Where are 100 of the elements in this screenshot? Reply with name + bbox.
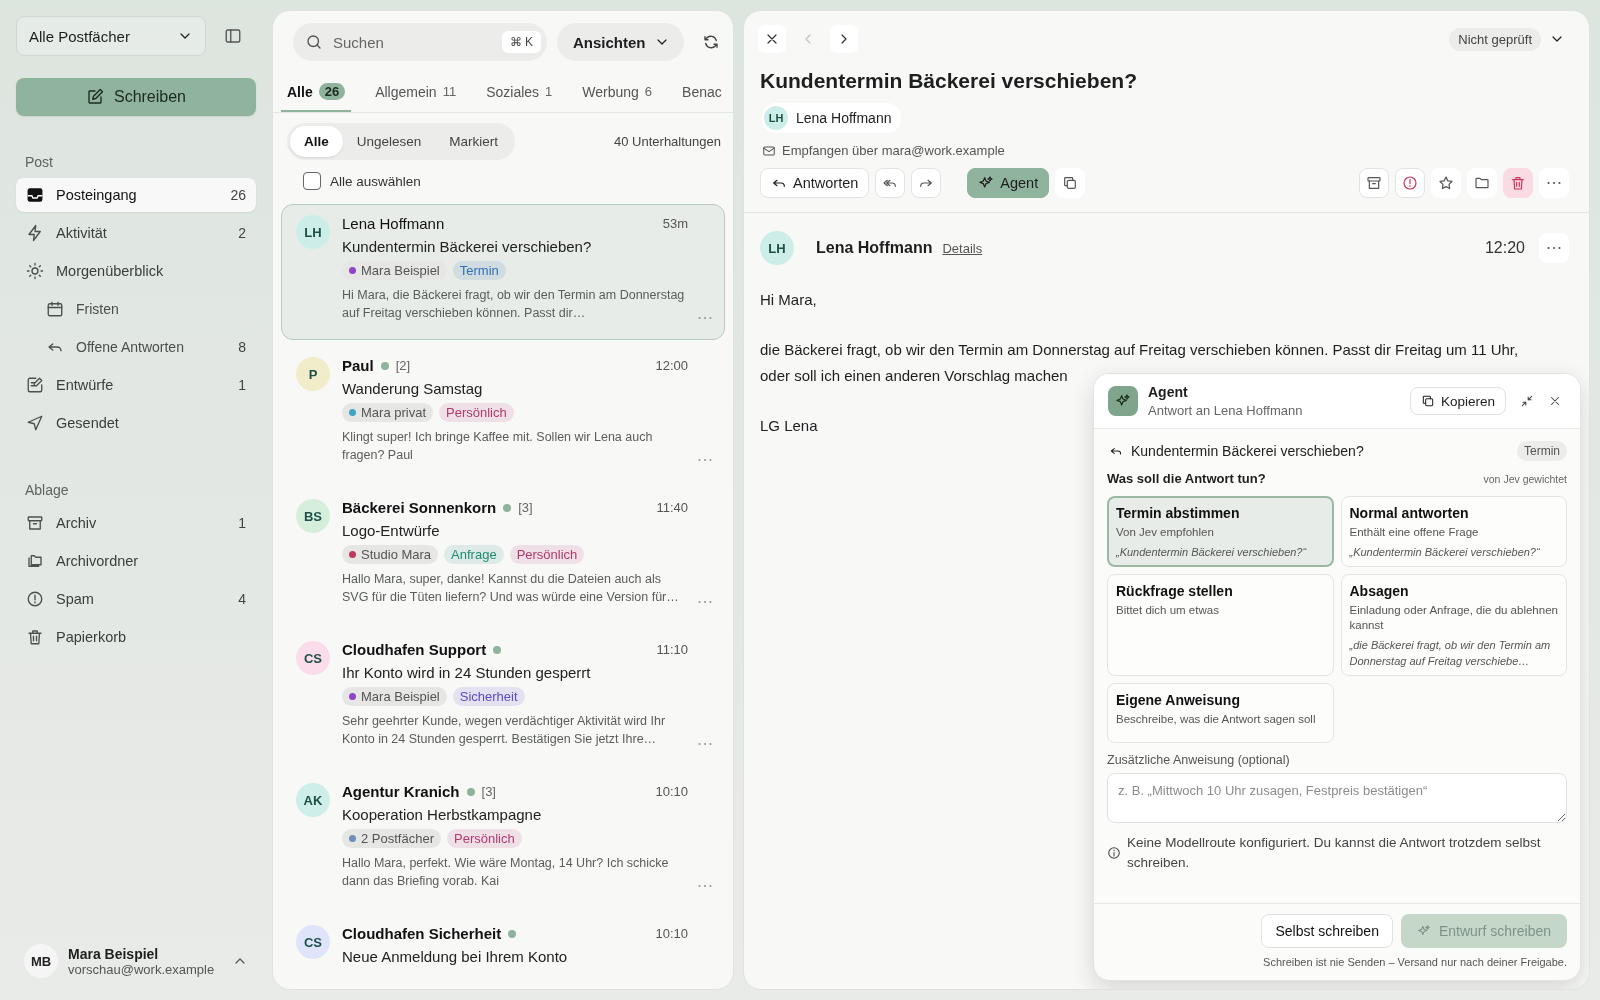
message-time: 12:20 — [1484, 239, 1525, 257]
alert-icon — [1402, 175, 1418, 191]
archive-icon — [1366, 175, 1382, 191]
write-yourself-button[interactable]: Selbst schreiben — [1261, 914, 1393, 948]
nav-item[interactable]: Entwürfe 1 — [16, 368, 256, 402]
unread-dot — [508, 929, 517, 938]
panel-subtitle: Antwort an Lena Hoffmann — [1148, 403, 1303, 418]
option-title: Rückfrage stellen — [1116, 583, 1234, 599]
message-item[interactable]: AK Agentur Kranich [3] 10:10 Kooperation Herbstkampagne 2 Postfächer Persönlich Hallo Mara, perfekt. Wie wäre Montag, 14 Uhr? Ich schicke dann das Briefing vorab. Kai — [281, 772, 725, 908]
message-item[interactable]: CS Cloudhafen Sicherheit 10:10 Neue Anmeldung bei Ihrem Konto — [281, 914, 725, 989]
category-tab[interactable]: Benac — [676, 73, 728, 112]
details-link[interactable]: Details — [942, 240, 983, 256]
views-button[interactable]: Ansichten — [557, 23, 684, 61]
delete-button[interactable] — [1503, 168, 1533, 198]
message-preview: Hi Mara, die Bäckerei fragt, ob wir den Termin am Donnerstag auf Freitag verschieben können. Passt dir… — [342, 287, 686, 322]
category-tab[interactable]: Allgemein 11 — [369, 73, 463, 112]
close-icon[interactable] — [1548, 394, 1562, 408]
tab-label: Benac — [682, 83, 722, 100]
copy-icon — [1420, 394, 1435, 408]
option-title: Eigene Anweisung — [1116, 692, 1241, 708]
sender-avatar: LH — [760, 231, 794, 265]
section-heading: Ablage — [25, 482, 70, 498]
folders-icon — [26, 552, 44, 570]
spam-button[interactable] — [1395, 168, 1425, 198]
message-preview: Hallo Mara, perfekt. Wie wäre Montag, 14 Uhr? Ich schicke dann das Briefing vorab. Kai — [342, 855, 670, 890]
close-button[interactable] — [758, 25, 786, 53]
category-tab[interactable]: Soziales 1 — [480, 73, 559, 112]
reply-all-button[interactable] — [875, 168, 906, 198]
mailbox-select[interactable]: Alle Postfächer — [16, 16, 206, 56]
compose-icon — [85, 88, 104, 106]
copy-icon — [1062, 175, 1079, 191]
nav-item[interactable]: Offene Antworten 8 — [16, 330, 256, 364]
reply-button[interactable]: Antworten — [760, 168, 870, 198]
body-text: oder soll ich einen anderen Vorschlag machen — [760, 366, 1068, 386]
option-description: Enthält eine offene Frage — [1349, 525, 1480, 540]
nav-item[interactable]: Archivordner — [16, 544, 256, 578]
message-time: 12:00 — [655, 358, 688, 373]
more-icon[interactable] — [698, 458, 712, 462]
lightning-icon — [26, 224, 44, 242]
nav-item[interactable]: Morgenüberblick — [16, 254, 256, 288]
sender-chip[interactable]: LH Lena Hoffmann — [762, 103, 902, 133]
move-button[interactable] — [1467, 168, 1497, 198]
nav-item[interactable]: Archiv 1 — [16, 506, 256, 540]
message-item[interactable]: P Paul [2] 12:00 Wanderung Samstag Mara privat Persönlich Klingt super! Ich bringe Kaffee mit. Sollen wir Lena auch fragen? Paul — [281, 346, 725, 482]
message-item[interactable]: LH Lena Hoffmann 53m Kundentermin Bäckerei verschieben? Mara Beispiel Termin Hi Mara, die Bäckerei fragt, ob wir den Termin am Donnerstag auf Freitag verschieben können. Passt dir… — [281, 204, 725, 340]
checkbox[interactable] — [303, 172, 321, 190]
option-title: Absagen — [1349, 583, 1410, 599]
search-field[interactable]: Suchen — [331, 32, 494, 52]
category-tab[interactable]: Alle 26 — [281, 73, 352, 112]
option-description: Von Jev empfohlen — [1116, 525, 1215, 540]
copy-button[interactable]: Kopieren — [1409, 387, 1506, 415]
category-tab[interactable]: Werbung 6 — [576, 73, 659, 112]
tab-count: 26 — [318, 83, 346, 100]
collapse-icon[interactable] — [1520, 394, 1534, 408]
more-icon[interactable] — [698, 884, 712, 888]
option-card[interactable]: Rückfrage stellen Bittet dich um etwas — [1107, 574, 1334, 676]
message-item[interactable]: BS Bäckerei Sonnenkorn [3] 11:40 Logo-Entwürfe Studio Mara Anfrage Persönlich Hallo Mara, super, danke! Kannst du die Dateien auch als SVG für die Tüten liefern? Und was würde eine Version für… — [281, 488, 725, 624]
nav-item[interactable]: Posteingang 26 — [16, 178, 256, 212]
nav-count: 4 — [238, 591, 246, 607]
option-card[interactable]: Termin abstimmen Von Jev empfohlen „Kundentermin Bäckerei verschieben?“ — [1107, 496, 1334, 567]
filter-tab[interactable]: Ungelesen — [342, 126, 436, 157]
nav-item[interactable]: Spam 4 — [16, 582, 256, 616]
sender-name: Bäckerei Sonnenkorn — [342, 499, 497, 516]
sparkle-icon — [1115, 393, 1131, 409]
nav-label: Entwürfe — [56, 377, 115, 393]
nav-count: 1 — [238, 377, 246, 393]
sender-avatar: CS — [296, 925, 330, 959]
filter-tab[interactable]: Markiert — [435, 126, 513, 157]
sidebar-toggle-icon[interactable] — [224, 27, 242, 45]
alert-icon — [26, 590, 44, 608]
option-card[interactable]: Absagen Einladung oder Anfrage, die du ablehnen kannst „die Bäckerei fragt, ob wir den Termin am Donnerstag auf Freitag verschiebe… — [1340, 574, 1567, 676]
nav-item[interactable]: Fristen — [16, 292, 256, 326]
received-via: Empfangen über mara@work.example — [782, 143, 1005, 158]
sender-name: Lena Hoffmann — [796, 110, 892, 126]
mail-icon — [762, 143, 776, 158]
nav-item[interactable]: Gesendet — [16, 406, 256, 440]
footer-note: Schreiben ist nie Senden – Versand nur nach deiner Freigabe. — [1263, 956, 1567, 968]
instruction-field[interactable]: z. B. „Mittwoch 10 Uhr zusagen, Festpreis bestätigen“ — [1107, 773, 1567, 823]
archive-icon — [26, 514, 44, 532]
unread-dot — [503, 503, 512, 512]
sender-avatar: P — [296, 357, 330, 391]
nav-count: 1 — [238, 515, 246, 531]
option-quote: „Kundentermin Bäckerei verschieben?“ — [1116, 545, 1308, 560]
more-icon[interactable] — [698, 600, 712, 604]
nav-item[interactable]: Papierkorb — [16, 620, 256, 654]
filter-tab[interactable]: Alle — [290, 126, 343, 157]
star-button[interactable] — [1431, 168, 1461, 198]
agent-button[interactable]: Agent — [967, 168, 1050, 198]
refresh-icon[interactable] — [701, 33, 720, 51]
review-status[interactable]: Nicht geprüft — [1449, 27, 1541, 51]
option-card[interactable]: Eigene Anweisung Beschreibe, was die Antwort sagen soll — [1107, 683, 1334, 743]
archive-button[interactable] — [1359, 168, 1389, 198]
option-card[interactable]: Normal antworten Enthält eine offene Frage „Kundentermin Bäckerei verschieben?“ — [1340, 496, 1567, 567]
folder-icon — [1474, 175, 1490, 191]
tag: Persönlich — [447, 829, 522, 848]
more-icon[interactable] — [698, 742, 712, 746]
compose-button[interactable]: Schreiben — [16, 78, 256, 116]
nav-item[interactable]: Aktivität 2 — [16, 216, 256, 250]
search-bar[interactable]: Suchen ⌘ K — [293, 23, 547, 61]
copy-button[interactable] — [1055, 168, 1086, 198]
